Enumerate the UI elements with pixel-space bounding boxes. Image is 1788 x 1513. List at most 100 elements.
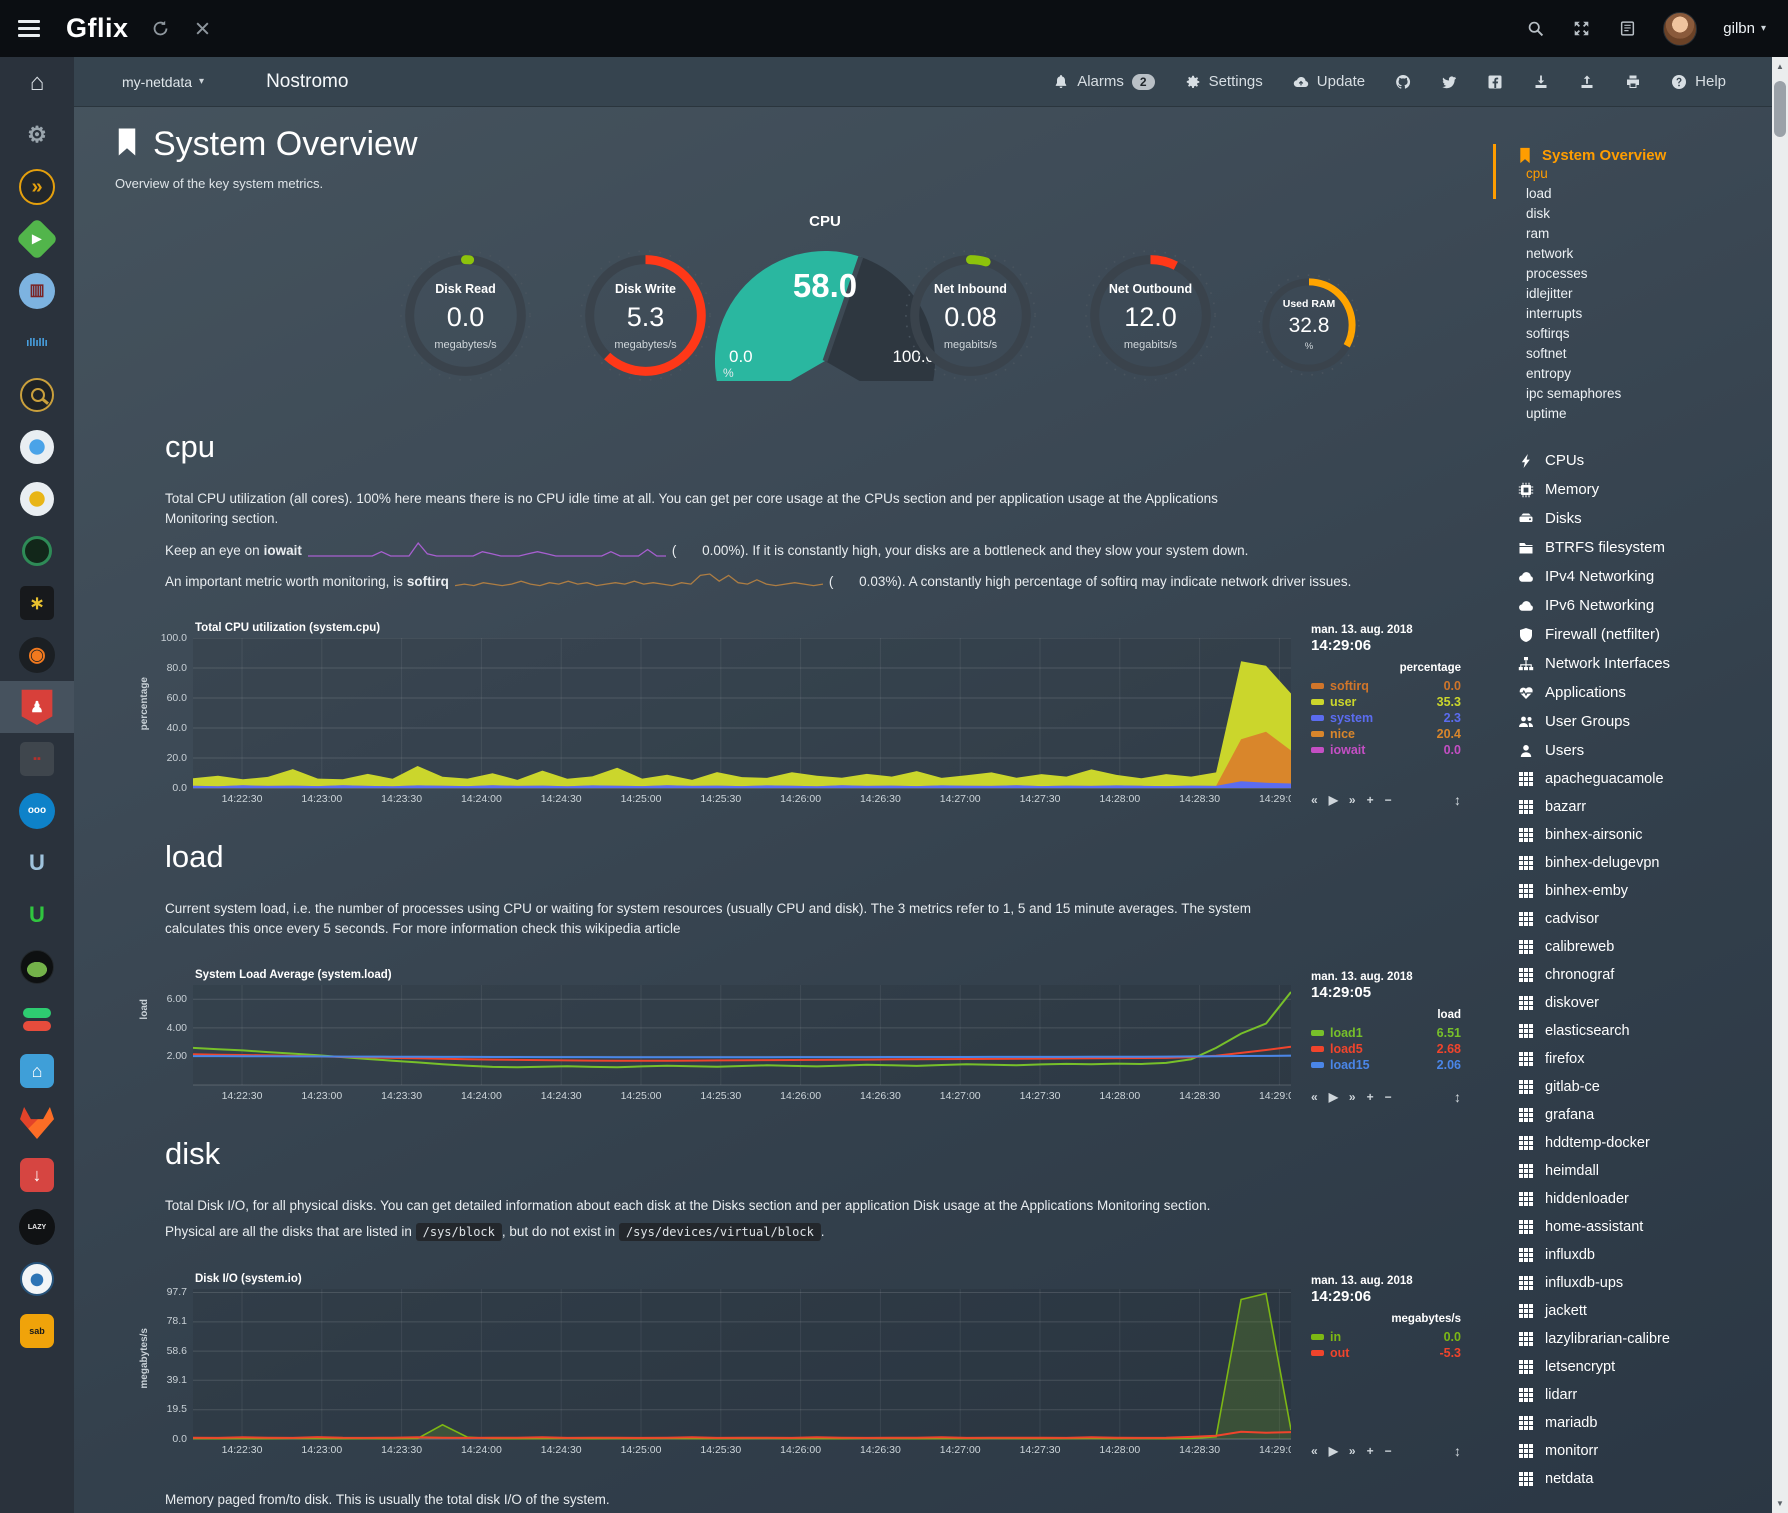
menu-section-network-interfaces[interactable]: Network Interfaces bbox=[1518, 649, 1772, 678]
menu-app-influxdb[interactable]: influxdb bbox=[1518, 1241, 1772, 1269]
sidebar-tab-airsonic[interactable]: ıllıllı bbox=[0, 317, 74, 369]
sidebar-tab-home-assistant[interactable]: ⌂ bbox=[0, 1045, 74, 1097]
chart-control[interactable]: » bbox=[1349, 1090, 1356, 1104]
menu-app-heimdall[interactable]: heimdall bbox=[1518, 1157, 1772, 1185]
menu-item-ipc-semaphores[interactable]: ipc semaphores bbox=[1526, 384, 1772, 404]
alarms-nav-item[interactable]: Alarms2 bbox=[1053, 73, 1154, 90]
menu-section-firewall-netfilter-[interactable]: Firewall (netfilter) bbox=[1518, 620, 1772, 649]
menu-section-applications[interactable]: Applications bbox=[1518, 678, 1772, 707]
menu-item-entropy[interactable]: entropy bbox=[1526, 364, 1772, 384]
menu-section-cpus[interactable]: CPUs bbox=[1518, 446, 1772, 475]
menu-icon[interactable] bbox=[0, 20, 58, 37]
user-menu[interactable]: gilbn▾ bbox=[1723, 20, 1766, 37]
chart-plot-load[interactable]: System Load Average (system.load) 14:22:… bbox=[193, 985, 1291, 1110]
sidebar-tab-app-magnet[interactable]: U bbox=[0, 889, 74, 941]
menu-app-binhex-delugevpn[interactable]: binhex-delugevpn bbox=[1518, 849, 1772, 877]
chart-control[interactable]: + bbox=[1367, 793, 1374, 807]
menu-item-softnet[interactable]: softnet bbox=[1526, 344, 1772, 364]
menu-app-lazylibrarian-calibre[interactable]: lazylibrarian-calibre bbox=[1518, 1325, 1772, 1353]
menu-item-ram[interactable]: ram bbox=[1526, 224, 1772, 244]
gauge-disk-write[interactable]: Disk Write5.3megabytes/s bbox=[573, 243, 718, 388]
gauge-net-inbound[interactable]: Net Inbound0.08megabits/s bbox=[898, 243, 1043, 388]
sidebar-tab-app-download[interactable]: ↓ bbox=[0, 1149, 74, 1201]
menu-section-memory[interactable]: Memory bbox=[1518, 475, 1772, 504]
chart-control[interactable]: » bbox=[1349, 1444, 1356, 1458]
menu-item-uptime[interactable]: uptime bbox=[1526, 404, 1772, 424]
sidebar-tab-netdata[interactable]: ♟ bbox=[0, 681, 74, 733]
chart-control[interactable]: » bbox=[1349, 793, 1356, 807]
sidebar-tab-plex[interactable]: » bbox=[0, 161, 74, 213]
chart-plot-disk[interactable]: Disk I/O (system.io) 14:22:3014:23:0014:… bbox=[193, 1289, 1291, 1464]
chart-control[interactable]: + bbox=[1367, 1444, 1374, 1458]
menu-app-calibreweb[interactable]: calibreweb bbox=[1518, 933, 1772, 961]
news-icon[interactable] bbox=[1617, 19, 1637, 39]
settings-nav-item[interactable]: Settings bbox=[1185, 73, 1263, 90]
menu-section-disks[interactable]: Disks bbox=[1518, 504, 1772, 533]
legend-softirq[interactable]: softirq 0.0 bbox=[1311, 678, 1461, 694]
menu-app-home-assistant[interactable]: home-assistant bbox=[1518, 1213, 1772, 1241]
menu-app-elasticsearch[interactable]: elasticsearch bbox=[1518, 1017, 1772, 1045]
menu-section-ipv4-networking[interactable]: IPv4 Networking bbox=[1518, 562, 1772, 591]
print-nav-item[interactable] bbox=[1625, 74, 1641, 90]
menu-item-disk[interactable]: disk bbox=[1526, 204, 1772, 224]
sidebar-tab-monitorr[interactable] bbox=[0, 993, 74, 1045]
sidebar-tab-settings[interactable]: ⚙ bbox=[0, 109, 74, 161]
github-nav-item[interactable] bbox=[1395, 74, 1411, 90]
menu-app-lidarr[interactable]: lidarr bbox=[1518, 1381, 1772, 1409]
sidebar-tab-gitlab[interactable] bbox=[0, 1097, 74, 1149]
menu-app-cadvisor[interactable]: cadvisor bbox=[1518, 905, 1772, 933]
menu-item-load[interactable]: load bbox=[1526, 184, 1772, 204]
chart-resize-handle[interactable]: ↕ bbox=[1454, 1089, 1461, 1105]
help-nav-item[interactable]: Help bbox=[1671, 73, 1726, 90]
legend-out[interactable]: out -5.3 bbox=[1311, 1345, 1461, 1361]
facebook-nav-item[interactable] bbox=[1487, 74, 1503, 90]
menu-app-influxdb-ups[interactable]: influxdb-ups bbox=[1518, 1269, 1772, 1297]
close-tab-icon[interactable] bbox=[193, 19, 213, 39]
menu-app-apacheguacamole[interactable]: apacheguacamole bbox=[1518, 765, 1772, 793]
menu-app-firefox[interactable]: firefox bbox=[1518, 1045, 1772, 1073]
legend-load15[interactable]: load15 2.06 bbox=[1311, 1057, 1461, 1073]
twitter-nav-item[interactable] bbox=[1441, 74, 1457, 90]
fullscreen-icon[interactable] bbox=[1571, 19, 1591, 39]
sidebar-tab-app-drop[interactable]: ⬤ bbox=[0, 1253, 74, 1305]
sidebar-tab-sabnzbd[interactable]: sab bbox=[0, 1305, 74, 1357]
gauge-disk-read[interactable]: Disk Read0.0megabytes/s bbox=[393, 243, 538, 388]
scrollbar[interactable]: ▲ ▼ bbox=[1772, 57, 1788, 1513]
chart-resize-handle[interactable]: ↕ bbox=[1454, 792, 1461, 808]
search-icon[interactable] bbox=[1525, 19, 1545, 39]
scrollbar-thumb[interactable] bbox=[1774, 81, 1786, 137]
chart-control[interactable]: + bbox=[1367, 1090, 1374, 1104]
gauge-used-ram[interactable]: Used RAM32.8% bbox=[1253, 269, 1365, 381]
menu-app-gitlab-ce[interactable]: gitlab-ce bbox=[1518, 1073, 1772, 1101]
chart-control[interactable]: « bbox=[1311, 793, 1318, 807]
sidebar-tab-home[interactable]: ⌂ bbox=[0, 57, 74, 109]
sidebar-tab-jackett[interactable] bbox=[0, 369, 74, 421]
gauge-net-outbound[interactable]: Net Outbound12.0megabits/s bbox=[1078, 243, 1223, 388]
sidebar-tab-app-x-blue[interactable] bbox=[0, 421, 74, 473]
sidebar-tab-app-cubes[interactable]: ▪▪ bbox=[0, 733, 74, 785]
chart-control[interactable]: ▶ bbox=[1329, 793, 1338, 807]
scroll-down-arrow[interactable]: ▼ bbox=[1772, 1499, 1788, 1508]
sidebar-tab-app-dish[interactable] bbox=[0, 941, 74, 993]
chart-control[interactable]: − bbox=[1385, 793, 1392, 807]
menu-app-hddtemp-docker[interactable]: hddtemp-docker bbox=[1518, 1129, 1772, 1157]
sidebar-tab-app-node-graph[interactable]: ∗ bbox=[0, 577, 74, 629]
menu-app-monitorr[interactable]: monitorr bbox=[1518, 1437, 1772, 1465]
menu-app-grafana[interactable]: grafana bbox=[1518, 1101, 1772, 1129]
menu-system-overview[interactable]: System Overview bbox=[1518, 147, 1772, 164]
menu-app-chronograf[interactable]: chronograf bbox=[1518, 961, 1772, 989]
sidebar-tab-emby[interactable]: ▶ bbox=[0, 213, 74, 265]
legend-load1[interactable]: load1 6.51 bbox=[1311, 1025, 1461, 1041]
chart-control[interactable]: − bbox=[1385, 1444, 1392, 1458]
menu-app-hiddenloader[interactable]: hiddenloader bbox=[1518, 1185, 1772, 1213]
download-nav-item[interactable] bbox=[1533, 74, 1549, 90]
scroll-up-arrow[interactable]: ▲ bbox=[1772, 62, 1788, 71]
menu-section-btrfs-filesystem[interactable]: BTRFS filesystem bbox=[1518, 533, 1772, 562]
menu-item-interrupts[interactable]: interrupts bbox=[1526, 304, 1772, 324]
avatar[interactable] bbox=[1663, 12, 1697, 46]
server-dropdown[interactable]: my-netdata▾ bbox=[122, 74, 204, 90]
chart-control[interactable]: − bbox=[1385, 1090, 1392, 1104]
chart-plot-cpu[interactable]: Total CPU utilization (system.cpu) 14:22… bbox=[193, 638, 1291, 813]
upload-nav-item[interactable] bbox=[1579, 74, 1595, 90]
legend-nice[interactable]: nice 20.4 bbox=[1311, 726, 1461, 742]
